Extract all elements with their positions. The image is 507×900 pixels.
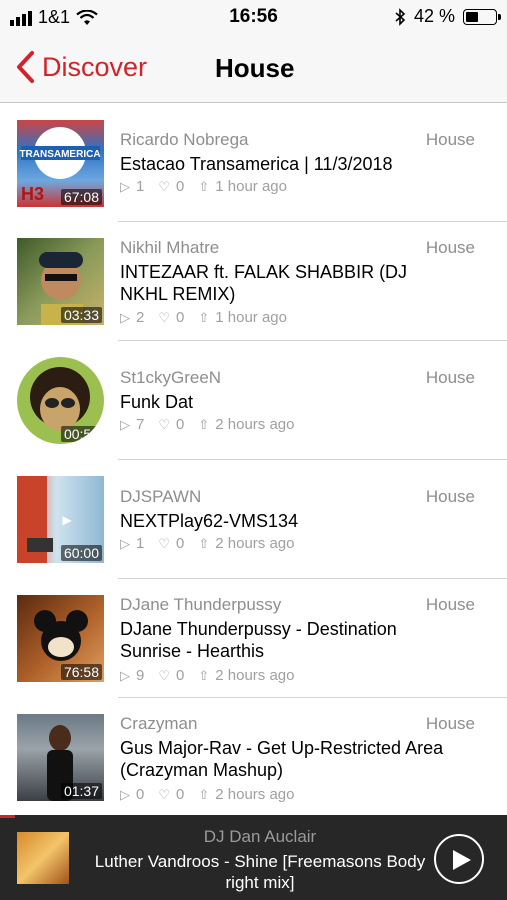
svg-text:H3: H3 — [21, 184, 44, 204]
track-artwork: ▶ 60:00 — [17, 476, 104, 563]
upload-time: 1 hour ago — [215, 309, 287, 326]
play-button[interactable] — [434, 834, 484, 884]
like-count: 0 — [176, 178, 185, 195]
play-outline-icon: ▷ — [120, 416, 130, 432]
track-artwork: TRANSAMERICA H3 67:08 — [17, 120, 104, 207]
track-genre: House — [425, 595, 475, 614]
upload-arrow-icon: ⇧ — [198, 416, 210, 432]
heart-outline-icon: ♡ — [158, 178, 170, 194]
heart-outline-icon: ♡ — [158, 309, 170, 325]
svg-text:TRANSAMERICA: TRANSAMERICA — [19, 149, 100, 160]
status-bar: 1&1 16:56 42 % — [0, 0, 507, 34]
page-title: House — [215, 53, 295, 83]
track-row[interactable]: 01:37 Crazyman House Gus Major-Rav - Get… — [0, 698, 507, 815]
back-button[interactable]: Discover — [14, 50, 147, 84]
battery-icon — [463, 8, 501, 25]
track-genre: House — [425, 238, 475, 257]
play-outline-icon: ▷ — [120, 178, 130, 194]
play-outline-icon: ▷ — [120, 667, 130, 683]
mini-player[interactable]: DJ Dan Auclair Luther Vandroos - Shine [… — [0, 815, 507, 900]
upload-arrow-icon: ⇧ — [198, 178, 210, 194]
track-artist: Crazyman — [120, 714, 198, 733]
upload-time: 2 hours ago — [215, 416, 295, 433]
track-duration: 03:33 — [60, 307, 102, 323]
track-artist: St1ckyGreeN — [120, 368, 222, 387]
play-count: 7 — [136, 416, 145, 433]
now-playing-title: Luther Vandroos - Shine [Freemasons Body… — [94, 852, 426, 892]
play-count: 9 — [136, 667, 145, 684]
playback-progress-bar[interactable] — [0, 815, 507, 818]
upload-time: 2 hours ago — [215, 786, 295, 803]
track-artwork: 76:58 — [17, 595, 104, 682]
battery-percent: 42 % — [413, 6, 455, 26]
play-count: 1 — [136, 178, 145, 195]
heart-outline-icon: ♡ — [158, 535, 170, 551]
like-count: 0 — [176, 416, 185, 433]
track-stats: ▷ 1 ♡ 0 ⇧ 1 hour ago — [120, 178, 287, 195]
play-outline-icon: ▷ — [120, 309, 130, 325]
heart-outline-icon: ♡ — [158, 786, 170, 802]
track-artwork: 00:54 — [17, 357, 104, 444]
track-stats: ▷ 9 ♡ 0 ⇧ 2 hours ago — [120, 667, 294, 684]
track-title: Funk Dat — [120, 392, 194, 412]
track-artwork: 03:33 — [17, 238, 104, 325]
track-duration: 01:37 — [60, 783, 102, 799]
heart-outline-icon: ♡ — [158, 416, 170, 432]
track-stats: ▷ 7 ♡ 0 ⇧ 2 hours ago — [120, 416, 294, 433]
upload-time: 2 hours ago — [215, 667, 295, 684]
play-outline-icon: ▷ — [120, 535, 130, 551]
track-row[interactable]: 00:54 St1ckyGreeN House Funk Dat ▷ 7 ♡ 0 ⇧… — [0, 341, 507, 460]
status-right: 42 % — [394, 6, 501, 27]
heart-outline-icon: ♡ — [158, 667, 170, 683]
play-count: 0 — [136, 786, 145, 803]
now-playing-artist: DJ Dan Auclair — [203, 827, 317, 846]
bluetooth-icon — [395, 7, 406, 26]
play-outline-icon: ▷ — [120, 786, 130, 802]
svg-text:▶: ▶ — [62, 513, 72, 527]
play-count: 2 — [136, 309, 145, 326]
like-count: 0 — [176, 535, 185, 552]
like-count: 0 — [176, 667, 185, 684]
track-stats: ▷ 0 ♡ 0 ⇧ 2 hours ago — [120, 786, 294, 803]
track-duration: 67:08 — [60, 189, 102, 205]
track-row[interactable]: TRANSAMERICA H3 67:08 Ricardo Nobrega Ho… — [0, 103, 507, 222]
like-count: 0 — [176, 786, 185, 803]
chevron-left-icon — [17, 51, 34, 83]
track-title: Gus Major-Rav - Get Up-Restricted Area (… — [120, 738, 444, 780]
track-row[interactable]: ▶ 60:00 DJSPAWN House NEXTPlay62-VMS134 … — [0, 460, 507, 579]
track-duration: 00:54 — [60, 426, 102, 442]
upload-arrow-icon: ⇧ — [198, 786, 210, 802]
track-artist: Ricardo Nobrega — [120, 130, 249, 149]
track-genre: House — [425, 487, 475, 506]
track-genre: House — [425, 714, 475, 733]
track-artist: DJane Thunderpussy — [120, 595, 282, 614]
track-title: NEXTPlay62-VMS134 — [120, 511, 299, 531]
upload-time: 2 hours ago — [215, 535, 295, 552]
track-title: DJane Thunderpussy - Destination Sunrise… — [120, 619, 397, 661]
track-title: Estacao Transamerica | 11/3/2018 — [120, 154, 393, 174]
upload-arrow-icon: ⇧ — [198, 667, 210, 683]
track-row[interactable]: 76:58 DJane Thunderpussy House DJane Thu… — [0, 579, 507, 698]
navigation-bar: Discover House — [0, 34, 507, 103]
play-count: 1 — [136, 535, 145, 552]
upload-arrow-icon: ⇧ — [198, 535, 210, 551]
track-genre: House — [425, 368, 475, 387]
track-duration: 60:00 — [60, 545, 102, 561]
track-genre: House — [425, 130, 475, 149]
track-artwork: 01:37 — [17, 714, 104, 801]
track-title: INTEZAAR ft. FALAK SHABBIR (DJ NKHL REMI… — [120, 262, 408, 304]
track-duration: 76:58 — [60, 664, 102, 680]
track-row[interactable]: 03:33 Nikhil Mhatre House INTEZAAR ft. F… — [0, 222, 507, 341]
track-stats: ▷ 1 ♡ 0 ⇧ 2 hours ago — [120, 535, 294, 552]
upload-time: 1 hour ago — [215, 178, 287, 195]
now-playing-artwork — [17, 832, 69, 884]
like-count: 0 — [176, 309, 185, 326]
track-stats: ▷ 2 ♡ 0 ⇧ 1 hour ago — [120, 309, 287, 326]
back-button-label: Discover — [42, 51, 148, 82]
play-icon — [453, 850, 471, 870]
upload-arrow-icon: ⇧ — [198, 309, 210, 325]
track-artist: Nikhil Mhatre — [120, 238, 220, 257]
track-artist: DJSPAWN — [120, 487, 202, 506]
